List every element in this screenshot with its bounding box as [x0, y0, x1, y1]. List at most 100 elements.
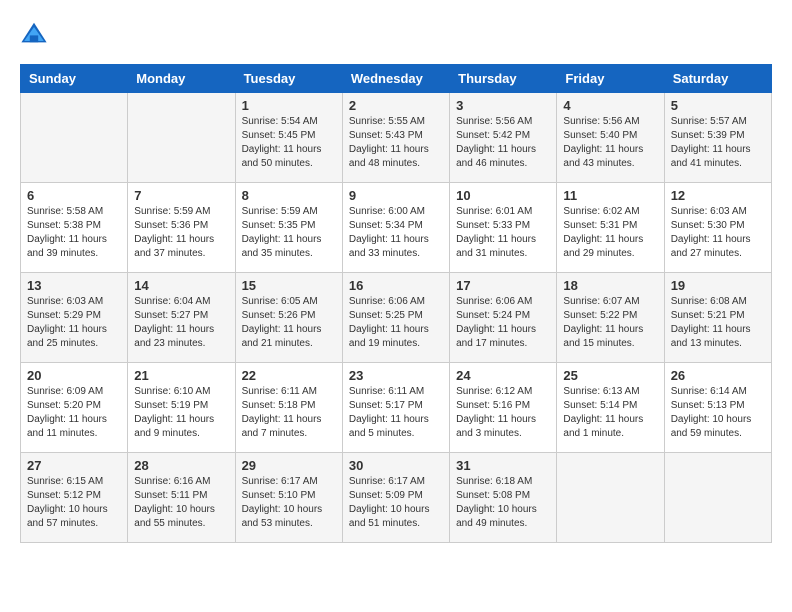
calendar-cell: 8Sunrise: 5:59 AMSunset: 5:35 PMDaylight…	[235, 183, 342, 273]
sunrise-text: Sunrise: 6:03 AM	[671, 206, 747, 217]
day-number: 11	[563, 188, 657, 203]
sunrise-text: Sunrise: 5:57 AM	[671, 116, 747, 127]
calendar-cell: 3Sunrise: 5:56 AMSunset: 5:42 PMDaylight…	[450, 93, 557, 183]
logo	[20, 20, 52, 48]
cell-info: Sunrise: 5:54 AMSunset: 5:45 PMDaylight:…	[242, 115, 336, 171]
day-number: 28	[134, 458, 228, 473]
daylight-text: Daylight: 11 hours and 23 minutes.	[134, 324, 214, 349]
calendar-table: SundayMondayTuesdayWednesdayThursdayFrid…	[20, 64, 772, 543]
daylight-text: Daylight: 11 hours and 50 minutes.	[242, 144, 322, 169]
cell-info: Sunrise: 5:58 AMSunset: 5:38 PMDaylight:…	[27, 205, 121, 261]
cell-info: Sunrise: 6:04 AM Sunset: 5:27 PM Daylight:…	[134, 295, 228, 351]
daylight-text: Daylight: 11 hours and 1 minute.	[563, 414, 643, 439]
calendar-cell: 2 Sunrise: 5:55 AM Sunset: 5:43 PM Daylight…	[342, 93, 449, 183]
day-number: 17	[456, 278, 550, 293]
sunrise-text: Sunrise: 6:03 AM	[27, 296, 103, 307]
sunset-text: Sunset: 5:43 PM	[349, 130, 423, 141]
day-number: 14	[134, 278, 228, 293]
sunrise-text: Sunrise: 6:02 AM	[563, 206, 639, 217]
day-number: 16	[349, 278, 443, 293]
sunset-text: Sunset: 5:11 PM	[134, 490, 207, 501]
col-header-friday: Friday	[557, 65, 664, 93]
day-number: 10	[456, 188, 550, 203]
calendar-cell: 25Sunrise: 6:13 AMSunset: 5:14 PMDayligh…	[557, 363, 664, 453]
calendar-cell: 28Sunrise: 6:16 AMSunset: 5:11 PMDayligh…	[128, 453, 235, 543]
day-number: 2	[349, 98, 443, 113]
calendar-cell: 27Sunrise: 6:15 AMSunset: 5:12 PMDayligh…	[21, 453, 128, 543]
cell-info: Sunrise: 6:12 AMSunset: 5:16 PMDaylight:…	[456, 385, 550, 441]
sunrise-text: Sunrise: 5:58 AM	[27, 206, 103, 217]
daylight-text: Daylight: 11 hours and 5 minutes.	[349, 414, 429, 439]
cell-info: Sunrise: 6:06 AMSunset: 5:24 PMDaylight:…	[456, 295, 550, 351]
sunrise-text: Sunrise: 6:08 AM	[671, 296, 747, 307]
col-header-saturday: Saturday	[664, 65, 771, 93]
sunrise-text: Sunrise: 6:01 AM	[456, 206, 532, 217]
calendar-cell: 15Sunrise: 6:05 AMSunset: 5:26 PMDayligh…	[235, 273, 342, 363]
daylight-text: Daylight: 11 hours and 17 minutes.	[456, 324, 536, 349]
cell-info: Sunrise: 6:03 AMSunset: 5:29 PMDaylight:…	[27, 295, 121, 351]
day-number: 5	[671, 98, 765, 113]
calendar-cell: 24Sunrise: 6:12 AMSunset: 5:16 PMDayligh…	[450, 363, 557, 453]
calendar-cell: 22Sunrise: 6:11 AMSunset: 5:18 PMDayligh…	[235, 363, 342, 453]
cell-info: Sunrise: 6:00 AMSunset: 5:34 PMDaylight:…	[349, 205, 443, 261]
calendar-cell: 30Sunrise: 6:17 AMSunset: 5:09 PMDayligh…	[342, 453, 449, 543]
daylight-text: Daylight: 11 hours and 7 minutes.	[242, 414, 322, 439]
day-number: 27	[27, 458, 121, 473]
daylight-text: Daylight: 10 hours and 53 minutes.	[242, 504, 323, 529]
sunrise-text: Sunrise: 6:06 AM	[456, 296, 532, 307]
sunrise-text: Sunrise: 6:18 AM	[456, 476, 532, 487]
sunrise-text: Sunrise: 6:17 AM	[242, 476, 318, 487]
day-number: 25	[563, 368, 657, 383]
page-header	[20, 20, 772, 48]
daylight-text: Daylight: 11 hours and 9 minutes.	[134, 414, 214, 439]
sunrise-text: Sunrise: 6:10 AM	[134, 386, 210, 397]
cell-info: Sunrise: 6:17 AMSunset: 5:10 PMDaylight:…	[242, 475, 336, 531]
calendar-cell: 23Sunrise: 6:11 AMSunset: 5:17 PMDayligh…	[342, 363, 449, 453]
calendar-week-5: 27Sunrise: 6:15 AMSunset: 5:12 PMDayligh…	[21, 453, 772, 543]
day-number: 1	[242, 98, 336, 113]
daylight-text: Daylight: 11 hours and 15 minutes.	[563, 324, 643, 349]
daylight-text: Daylight: 11 hours and 21 minutes.	[242, 324, 322, 349]
sunrise-text: Sunrise: 6:00 AM	[349, 206, 425, 217]
calendar-week-3: 13 Sunrise: 6:03 AMSunset: 5:29 PMDayligh…	[21, 273, 772, 363]
cell-info: Sunrise: 6:05 AMSunset: 5:26 PMDaylight:…	[242, 295, 336, 351]
sunset-text: Sunset: 5:40 PM	[563, 130, 637, 141]
day-number: 31	[456, 458, 550, 473]
day-number: 20	[27, 368, 121, 383]
cell-info: Sunrise: 5:55 AM Sunset: 5:43 PM Daylight:…	[349, 115, 443, 171]
day-number: 8	[242, 188, 336, 203]
cell-info: Sunrise: 6:01 AMSunset: 5:33 PMDaylight:…	[456, 205, 550, 261]
calendar-cell: 12Sunrise: 6:03 AMSunset: 5:30 PMDayligh…	[664, 183, 771, 273]
calendar-cell	[21, 93, 128, 183]
daylight-text: Daylight: 11 hours and 48 minutes.	[349, 144, 429, 169]
day-number: 9	[349, 188, 443, 203]
cell-info: Sunrise: 6:02 AMSunset: 5:31 PMDaylight:…	[563, 205, 657, 261]
calendar-cell	[664, 453, 771, 543]
day-number: 13	[27, 278, 121, 293]
sunset-text: Sunset: 5:20 PM	[27, 400, 101, 411]
calendar-cell: 19Sunrise: 6:08 AMSunset: 5:21 PMDayligh…	[664, 273, 771, 363]
calendar-cell: 10 Sunrise: 6:01 AMSunset: 5:33 PMDayligh…	[450, 183, 557, 273]
sunrise-text: Sunrise: 6:11 AM	[242, 386, 317, 397]
calendar-cell: 31Sunrise: 6:18 AMSunset: 5:08 PMDayligh…	[450, 453, 557, 543]
sunset-text: Sunset: 5:27 PM	[134, 310, 208, 321]
sunset-text: Sunset: 5:30 PM	[671, 220, 745, 231]
cell-info: Sunrise: 5:56 AMSunset: 5:40 PMDaylight:…	[563, 115, 657, 171]
sunset-text: Sunset: 5:39 PM	[671, 130, 745, 141]
sunrise-text: Sunrise: 6:04 AM	[134, 296, 210, 307]
sunset-text: Sunset: 5:21 PM	[671, 310, 745, 321]
cell-info: Sunrise: 6:03 AMSunset: 5:30 PMDaylight:…	[671, 205, 765, 261]
sunrise-text: Sunrise: 5:55 AM	[349, 116, 425, 127]
cell-info: Sunrise: 6:08 AMSunset: 5:21 PMDaylight:…	[671, 295, 765, 351]
col-header-thursday: Thursday	[450, 65, 557, 93]
daylight-text: Daylight: 10 hours and 59 minutes.	[671, 414, 752, 439]
sunrise-text: Sunrise: 6:12 AM	[456, 386, 532, 397]
cell-info: Sunrise: 6:06 AMSunset: 5:25 PMDaylight:…	[349, 295, 443, 351]
sunrise-text: Sunrise: 6:15 AM	[27, 476, 103, 487]
cell-info: Sunrise: 6:11 AMSunset: 5:17 PMDaylight:…	[349, 385, 443, 441]
sunset-text: Sunset: 5:35 PM	[242, 220, 316, 231]
col-header-sunday: Sunday	[21, 65, 128, 93]
day-number: 19	[671, 278, 765, 293]
sunset-text: Sunset: 5:19 PM	[134, 400, 208, 411]
calendar-cell: 11 Sunrise: 6:02 AMSunset: 5:31 PMDayligh…	[557, 183, 664, 273]
